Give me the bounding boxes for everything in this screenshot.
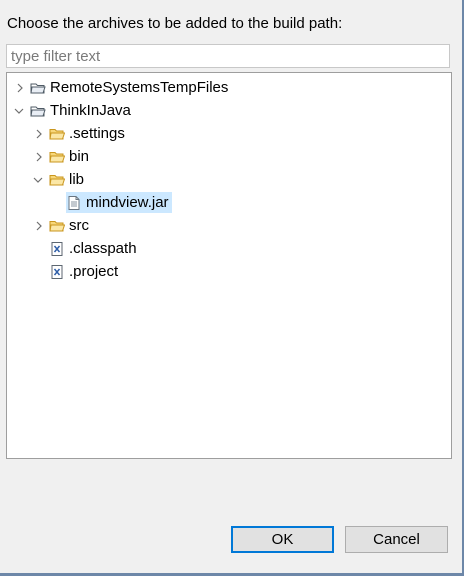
tree-item-label: src [69, 217, 89, 234]
tree-item-label: .settings [69, 125, 125, 142]
tree-item-label: bin [69, 148, 90, 165]
xml-file-icon [49, 264, 65, 280]
archive-tree[interactable]: RemoteSystemsTempFiles ThinkInJava .sett… [6, 72, 452, 459]
tree-item-label: .classpath [69, 240, 137, 257]
tree-item-classpath[interactable]: .classpath [49, 238, 137, 259]
expand-chevron-icon[interactable] [34, 129, 44, 139]
prompt-label: Choose the archives to be added to the b… [7, 15, 343, 32]
filter-input[interactable] [6, 44, 450, 68]
project-folder-icon [30, 103, 46, 119]
expand-chevron-icon[interactable] [34, 221, 44, 231]
folder-icon [49, 172, 65, 188]
folder-icon [49, 218, 65, 234]
expand-chevron-icon[interactable] [15, 83, 25, 93]
expand-chevron-icon[interactable] [34, 152, 44, 162]
tree-item-label: ThinkInJava [50, 102, 131, 119]
xml-file-icon [49, 241, 65, 257]
project-folder-icon [30, 80, 46, 96]
collapse-chevron-icon[interactable] [14, 106, 24, 116]
tree-item-remotesystemstempfiles[interactable]: RemoteSystemsTempFiles [30, 77, 228, 98]
tree-item-label: mindview.jar [86, 194, 169, 211]
ok-button[interactable]: OK [231, 526, 334, 553]
tree-item-thinkinjava[interactable]: ThinkInJava [30, 100, 131, 121]
tree-item-lib[interactable]: lib [49, 169, 84, 190]
tree-item-bin[interactable]: bin [49, 146, 89, 167]
tree-item-project[interactable]: .project [49, 261, 118, 282]
file-icon [66, 195, 82, 211]
tree-item-label: RemoteSystemsTempFiles [50, 79, 229, 96]
collapse-chevron-icon[interactable] [33, 175, 43, 185]
folder-icon [49, 149, 65, 165]
tree-item-mindview-jar[interactable]: mindview.jar [66, 192, 172, 213]
cancel-button[interactable]: Cancel [345, 526, 448, 553]
tree-item-src[interactable]: src [49, 215, 89, 236]
folder-icon [49, 126, 65, 142]
tree-item-label: .project [69, 263, 119, 280]
tree-item-label: lib [69, 171, 85, 188]
tree-item-settings[interactable]: .settings [49, 123, 125, 144]
